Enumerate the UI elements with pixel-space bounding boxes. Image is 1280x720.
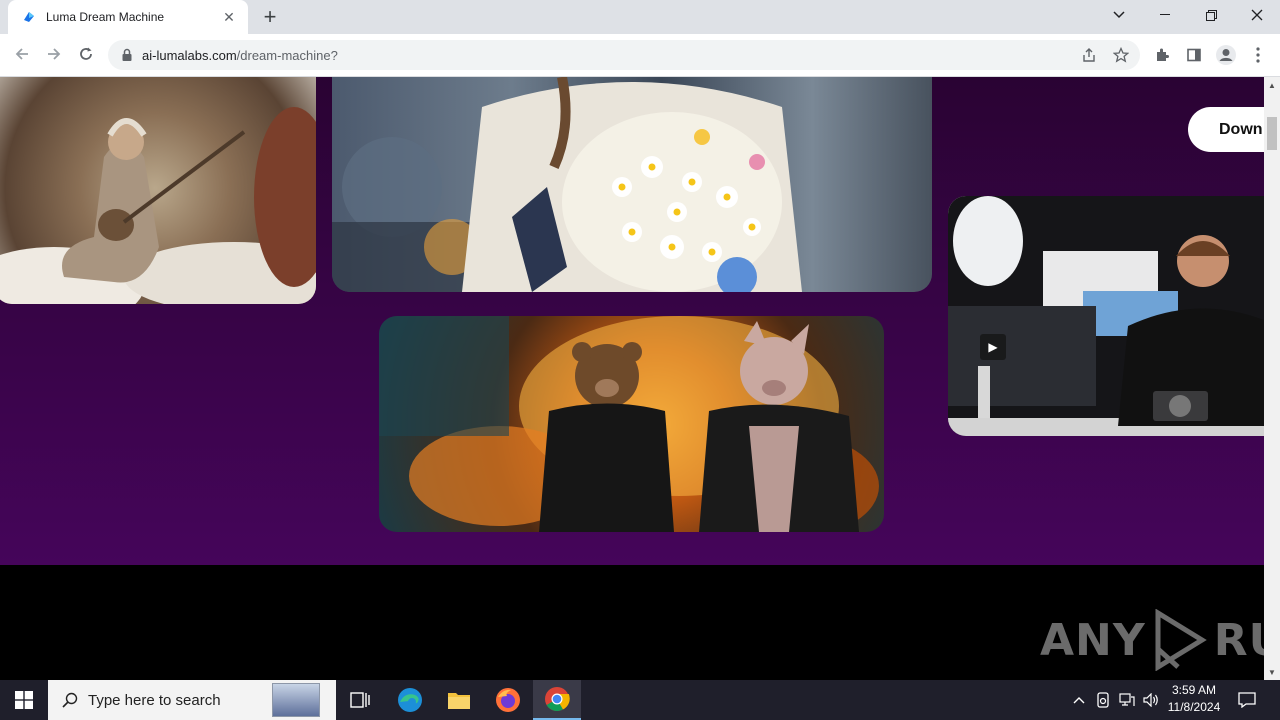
clock-date: 11/8/2024 (1167, 700, 1221, 714)
restore-button[interactable] (1188, 0, 1234, 30)
play-icon[interactable]: ▶ (980, 334, 1006, 360)
tab-close-icon[interactable]: ✕ (220, 8, 238, 26)
anyrun-watermark: ANY RUN (1040, 609, 1264, 671)
volume-icon[interactable] (1140, 680, 1162, 720)
url-path: /dream-machine? (236, 47, 338, 63)
scroll-thumb[interactable] (1267, 117, 1277, 150)
scroll-down-arrow-icon[interactable]: ▼ (1264, 664, 1280, 680)
firefox-icon[interactable] (484, 680, 532, 720)
flowers-illustration (332, 77, 802, 292)
url-host: ai-lumalabs.com (142, 47, 237, 63)
address-bar[interactable]: ai-lumalabs.com/dream-machine? (108, 40, 1140, 70)
network-icon[interactable] (1116, 680, 1138, 720)
bookmark-star-icon[interactable] (1110, 44, 1132, 66)
back-button[interactable] (8, 40, 36, 68)
back-arrow-icon (15, 48, 28, 60)
windows-logo-icon (15, 691, 33, 709)
watermark-text-left: ANY (1040, 614, 1146, 666)
task-view-icon[interactable] (336, 680, 384, 720)
clock-time: 3:59 AM (1171, 683, 1217, 697)
forward-arrow-icon (48, 48, 61, 60)
luma-favicon-icon (24, 12, 34, 22)
video-card-flowers[interactable] (332, 77, 932, 292)
tray-device-icon[interactable] (1092, 680, 1114, 720)
video-card-bear-pig[interactable] (379, 316, 884, 532)
search-icon (62, 692, 78, 708)
watermark-play-logo-icon (1155, 609, 1207, 671)
notifications-icon[interactable] (1234, 680, 1260, 720)
new-tab-button[interactable]: + (258, 5, 282, 29)
page-viewport: ▶ Down ANY RUN (0, 77, 1264, 680)
lock-icon (122, 48, 132, 61)
sage-illustration (0, 107, 316, 304)
bear-pig-illustration (379, 316, 879, 532)
edge-browser-icon[interactable] (386, 680, 434, 720)
file-explorer-icon[interactable] (435, 680, 483, 720)
tab-title: Luma Dream Machine (46, 10, 165, 24)
chrome-taskbar-icon[interactable] (533, 680, 581, 720)
taskbar-search-box[interactable]: Type here to search (48, 680, 336, 720)
windows-taskbar: Type here to search 3:59 AM 11/8/2024 (0, 680, 1280, 720)
menu-kebab-icon[interactable] (1246, 43, 1270, 67)
start-button[interactable] (0, 680, 48, 720)
browser-tab[interactable]: Luma Dream Machine ✕ (8, 0, 248, 34)
scroll-up-arrow-icon[interactable]: ▲ (1264, 77, 1280, 93)
forward-button[interactable] (40, 40, 68, 68)
minimize-button[interactable] (1142, 0, 1188, 30)
watermark-text-right: RUN (1213, 614, 1264, 666)
close-window-button[interactable] (1234, 0, 1280, 30)
system-clock[interactable]: 3:59 AM 11/8/2024 (1160, 682, 1228, 716)
share-icon[interactable] (1078, 44, 1100, 66)
side-panel-icon[interactable] (1182, 43, 1206, 67)
download-button[interactable]: Down (1188, 107, 1264, 152)
studio-illustration (948, 196, 1264, 436)
tray-overflow-chevron-icon[interactable] (1068, 680, 1090, 720)
video-card-sage[interactable] (0, 77, 316, 304)
browser-tab-strip: Luma Dream Machine ✕ + (0, 0, 1280, 34)
reload-icon (80, 47, 92, 60)
extensions-puzzle-icon[interactable] (1150, 43, 1174, 67)
page-scrollbar[interactable]: ▲ ▼ (1264, 77, 1280, 680)
video-card-studio[interactable]: ▶ (948, 196, 1264, 436)
search-placeholder: Type here to search (88, 691, 221, 709)
profile-avatar-icon[interactable] (1214, 43, 1238, 67)
reload-button[interactable] (72, 40, 100, 68)
browser-toolbar: ai-lumalabs.com/dream-machine? (0, 34, 1280, 77)
tab-search-chevron-icon[interactable] (1096, 0, 1142, 30)
search-highlight-image (272, 683, 320, 717)
